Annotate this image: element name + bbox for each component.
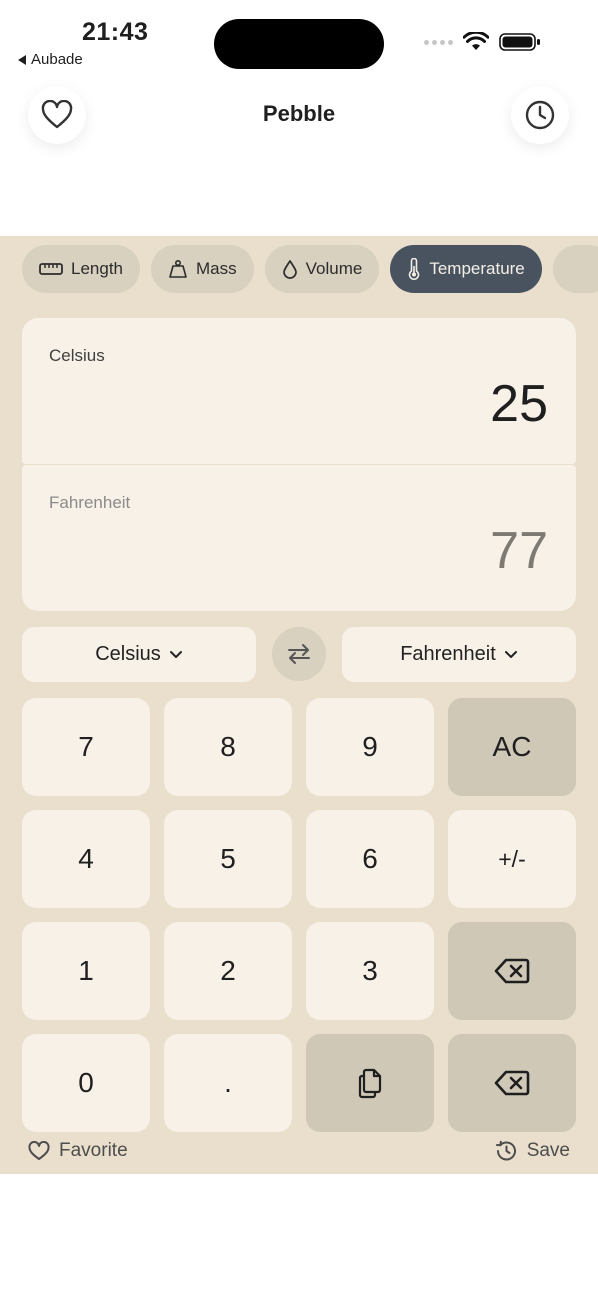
to-unit-select[interactable]: Fahrenheit <box>342 627 576 682</box>
backspace-button[interactable] <box>448 922 576 1020</box>
save-button[interactable]: Save <box>494 1140 570 1162</box>
category-temperature-chip[interactable]: Temperature <box>390 245 542 293</box>
key-4[interactable]: 4 <box>22 810 150 908</box>
clock-icon <box>525 100 555 130</box>
favorite-button[interactable]: Favorite <box>28 1140 128 1162</box>
history-button[interactable] <box>511 86 569 144</box>
backspace-icon <box>494 1070 530 1096</box>
key-3[interactable]: 3 <box>306 922 434 1020</box>
category-label: Length <box>71 259 123 278</box>
category-label: Temperature <box>429 259 525 278</box>
favorite-label: Favorite <box>59 1140 128 1161</box>
wifi-icon <box>463 32 489 50</box>
input-value: 25 <box>490 375 548 433</box>
footer-actions: Favorite Save <box>0 1140 598 1168</box>
save-label: Save <box>526 1140 570 1161</box>
category-length-chip[interactable]: Length <box>22 245 140 293</box>
backspace-icon <box>494 958 530 984</box>
chevron-down-icon <box>169 651 182 658</box>
ruler-icon <box>39 263 63 275</box>
output-display[interactable]: Fahrenheit 77 <box>22 465 576 611</box>
from-unit-label: Celsius <box>95 643 161 665</box>
signal-icon <box>424 39 453 45</box>
converter-panel: Length Mass Volume Temperature Celsius 2… <box>0 236 598 1174</box>
clear-button[interactable]: AC <box>448 698 576 796</box>
status-time: 21:43 <box>82 18 149 46</box>
battery-icon <box>499 33 540 51</box>
category-label: Mass <box>196 259 237 278</box>
sign-toggle-button[interactable]: +/- <box>448 810 576 908</box>
key-9[interactable]: 9 <box>306 698 434 796</box>
backspace-button-2[interactable] <box>448 1034 576 1132</box>
dynamic-island <box>214 19 384 69</box>
output-value: 77 <box>490 522 548 580</box>
thermometer-icon <box>409 258 420 280</box>
swap-arrows-icon <box>288 644 310 664</box>
back-arrow-icon <box>18 54 26 65</box>
history-icon <box>495 1140 516 1161</box>
back-to-app-link[interactable]: Aubade <box>18 51 83 68</box>
input-unit-label: Celsius <box>49 346 105 365</box>
weight-icon <box>169 259 187 278</box>
keypad: 7 8 9 AC 4 5 6 +/- 1 2 3 0 . <box>22 698 576 1132</box>
heart-icon <box>28 1141 50 1160</box>
chevron-down-icon <box>504 651 517 658</box>
key-6[interactable]: 6 <box>306 810 434 908</box>
key-5[interactable]: 5 <box>164 810 292 908</box>
key-1[interactable]: 1 <box>22 922 150 1020</box>
key-2[interactable]: 2 <box>164 922 292 1020</box>
category-more-chip[interactable] <box>552 245 598 293</box>
category-chips: Length Mass Volume Temperature <box>22 245 598 293</box>
from-unit-select[interactable]: Celsius <box>22 627 256 682</box>
swap-units-button[interactable] <box>272 627 326 681</box>
to-unit-label: Fahrenheit <box>400 643 496 665</box>
key-0[interactable]: 0 <box>22 1034 150 1132</box>
back-app-label: Aubade <box>31 51 83 68</box>
status-indicators <box>424 32 541 52</box>
copy-icon <box>358 1068 382 1099</box>
decimal-point-key[interactable]: . <box>164 1034 292 1132</box>
app-title: Pebble <box>262 101 336 126</box>
category-mass-chip[interactable]: Mass <box>151 245 254 293</box>
key-7[interactable]: 7 <box>22 698 150 796</box>
copy-button[interactable] <box>306 1034 434 1132</box>
drop-icon <box>282 260 297 279</box>
category-volume-chip[interactable]: Volume <box>264 245 380 293</box>
input-display[interactable]: Celsius 25 <box>22 318 576 464</box>
category-label: Volume <box>305 259 363 278</box>
key-8[interactable]: 8 <box>164 698 292 796</box>
output-unit-label: Fahrenheit <box>49 493 131 512</box>
